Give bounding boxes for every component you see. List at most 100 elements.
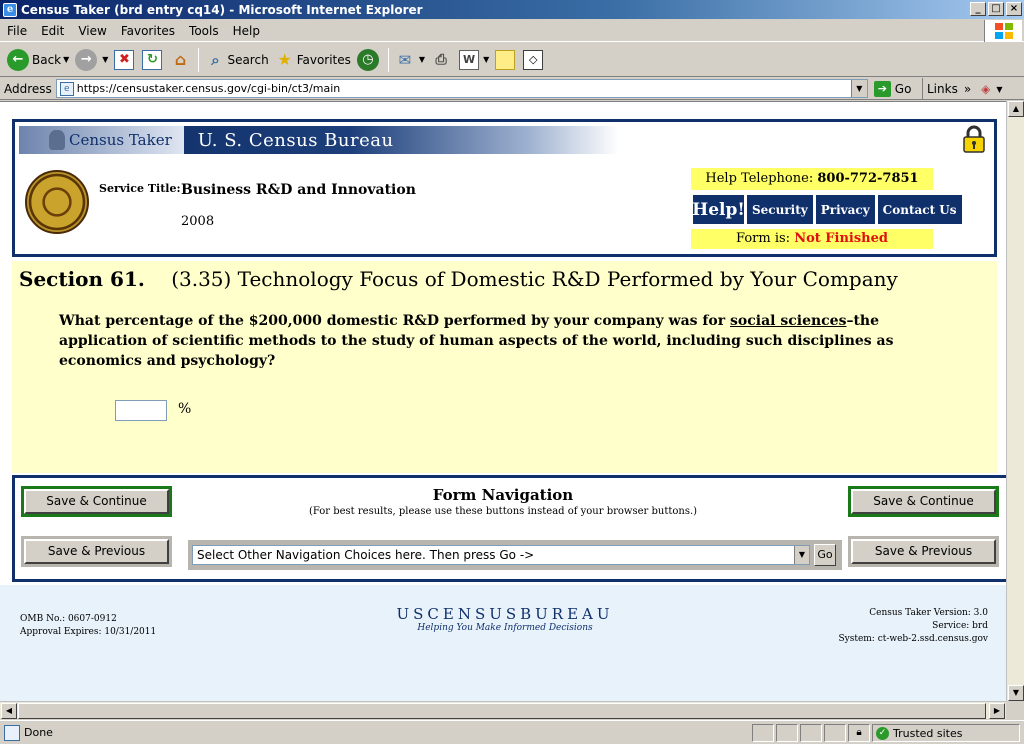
- status-cell: [752, 724, 774, 742]
- version-number: Census Taker Version: 3.0: [869, 608, 988, 618]
- select-dropdown-icon[interactable]: ▼: [794, 546, 809, 564]
- print-button[interactable]: ⎙: [428, 46, 456, 74]
- home-button[interactable]: ⌂: [167, 46, 195, 74]
- history-icon: ◷: [356, 48, 379, 71]
- ie-app-icon: e: [3, 2, 17, 17]
- favorites-button[interactable]: ★ Favorites: [272, 46, 354, 74]
- minimize-button[interactable]: _: [970, 2, 986, 16]
- address-url: https://censustaker.census.gov/cgi-bin/c…: [76, 82, 341, 95]
- contact-us-button[interactable]: Contact Us: [877, 195, 962, 224]
- note-icon: [495, 49, 516, 70]
- links-bar[interactable]: Links » ◈ ▼: [922, 78, 1003, 100]
- back-label: Back: [32, 52, 62, 67]
- page-viewport: Census Taker U. S. Census Bureau Service…: [0, 101, 1006, 701]
- mail-icon: ✉: [398, 50, 412, 69]
- percentage-input[interactable]: [115, 400, 167, 421]
- chevron-right-icon[interactable]: »: [964, 82, 971, 96]
- scroll-down-icon[interactable]: ▼: [1008, 685, 1024, 701]
- lock-icon: [962, 125, 986, 153]
- maximize-button[interactable]: □: [988, 2, 1004, 16]
- save-continue-button-left[interactable]: Save & Continue: [24, 489, 169, 514]
- navigation-go-button[interactable]: Go: [814, 544, 836, 566]
- horizontal-scroll-thumb[interactable]: [18, 703, 986, 719]
- census-header: Census Taker U. S. Census Bureau Service…: [12, 119, 997, 257]
- census-bureau-logo: USCENSUSBUREAU Helping You Make Informed…: [360, 605, 650, 633]
- security-button[interactable]: Security: [747, 195, 813, 224]
- search-icon: ⌕: [211, 50, 220, 69]
- horizontal-scrollbar[interactable]: ◀ ▶: [0, 701, 1006, 719]
- close-button[interactable]: ×: [1006, 2, 1022, 16]
- forward-button[interactable]: → ▼: [72, 46, 111, 74]
- omb-number: OMB No.: 0607-0912: [20, 614, 117, 624]
- dropdown-arrow-icon: ▼: [63, 55, 70, 64]
- links-item-icon[interactable]: ◈: [981, 82, 990, 96]
- navigation-choices: Select Other Navigation Choices here. Th…: [188, 540, 842, 570]
- navigation-select-value: Select Other Navigation Choices here. Th…: [197, 548, 535, 562]
- diamond-icon: ◇: [523, 49, 544, 70]
- save-previous-frame-left: Save & Previous: [21, 536, 172, 567]
- page-done-icon: [4, 724, 20, 741]
- status-bar: Done 🔒︎ ✓ Trusted sites: [0, 720, 1024, 744]
- form-status-value: Not Finished: [794, 231, 888, 246]
- privacy-button[interactable]: Privacy: [815, 195, 875, 224]
- census-banner: Census Taker U. S. Census Bureau: [19, 126, 619, 154]
- form-status: Form is: Not Finished: [691, 229, 933, 249]
- version-info: Census Taker Version: 3.0 Service: brd S…: [838, 607, 988, 646]
- page-footer: OMB No.: 0607-0912 Approval Expires: 10/…: [0, 585, 1006, 701]
- dropdown-arrow-icon: ▼: [102, 55, 109, 64]
- menu-view[interactable]: View: [71, 24, 113, 38]
- menu-favorites[interactable]: Favorites: [114, 24, 182, 38]
- history-button[interactable]: ◷: [354, 46, 385, 74]
- census-tagline: Helping You Make Informed Decisions: [417, 623, 593, 633]
- address-input[interactable]: e https://censustaker.census.gov/cgi-bin…: [55, 79, 868, 98]
- home-icon: ⌂: [174, 50, 187, 69]
- save-continue-button-right[interactable]: Save & Continue: [851, 489, 996, 514]
- browser-toolbar: ← Back ▼ → ▼ ✖ ↻ ⌂ ⌕ Search ★ Favorites …: [0, 43, 1024, 77]
- dropdown-arrow-icon[interactable]: ▼: [996, 85, 1002, 94]
- address-go-button[interactable]: ➔ Go: [873, 80, 911, 97]
- menu-file[interactable]: File: [0, 24, 34, 38]
- toolbar-separator: [198, 47, 200, 72]
- stop-button[interactable]: ✖: [111, 46, 139, 74]
- security-zone[interactable]: ✓ Trusted sites: [872, 724, 1020, 742]
- address-label: Address: [4, 81, 52, 96]
- social-sciences-link[interactable]: social sciences: [730, 313, 846, 329]
- save-previous-button-right[interactable]: Save & Previous: [851, 539, 996, 564]
- discuss-button[interactable]: [492, 46, 520, 74]
- help-button[interactable]: Help!: [692, 195, 745, 224]
- menu-tools[interactable]: Tools: [182, 24, 226, 38]
- refresh-button[interactable]: ↻: [139, 46, 167, 74]
- section-title: (3.35) Technology Focus of Domestic R&D …: [171, 267, 898, 291]
- address-bar: Address e https://censustaker.census.gov…: [0, 78, 1024, 100]
- search-button[interactable]: ⌕ Search: [202, 46, 271, 74]
- address-dropdown-icon[interactable]: ▼: [850, 80, 867, 97]
- back-button[interactable]: ← Back ▼: [4, 46, 72, 74]
- navigation-select[interactable]: Select Other Navigation Choices here. Th…: [192, 545, 810, 565]
- stop-icon: ✖: [114, 49, 135, 70]
- trusted-check-icon: ✓: [876, 726, 889, 740]
- vertical-scrollbar[interactable]: ▲ ▼: [1006, 101, 1024, 701]
- security-zone-label: Trusted sites: [893, 726, 963, 740]
- census-seal-logo: [25, 170, 89, 234]
- help-tel-label: Help Telephone:: [705, 171, 814, 186]
- omb-info: OMB No.: 0607-0912 Approval Expires: 10/…: [20, 613, 156, 639]
- mail-button[interactable]: ✉ ▼: [392, 46, 428, 74]
- edit-button[interactable]: W ▼: [456, 46, 492, 74]
- menu-help[interactable]: Help: [226, 24, 267, 38]
- census-bureau-wordmark: USCENSUSBUREAU: [396, 605, 614, 623]
- window-title-bar[interactable]: e Census Taker (brd entry cq14) - Micros…: [0, 0, 1024, 19]
- padlock-icon: 🔒︎: [856, 727, 862, 738]
- scroll-right-icon[interactable]: ▶: [989, 703, 1005, 719]
- save-continue-frame-right: Save & Continue: [848, 486, 999, 517]
- star-icon: ★: [277, 50, 292, 69]
- census-taker-logo: Census Taker: [19, 126, 184, 154]
- scroll-up-icon[interactable]: ▲: [1008, 101, 1024, 117]
- scroll-left-icon[interactable]: ◀: [1, 703, 17, 719]
- research-button[interactable]: ◇: [520, 46, 548, 74]
- menu-edit[interactable]: Edit: [34, 24, 71, 38]
- save-previous-button-left[interactable]: Save & Previous: [24, 539, 169, 564]
- bureau-label: U. S. Census Bureau: [197, 129, 394, 151]
- question-text: What percentage of the $200,000 domestic…: [59, 311, 919, 371]
- form-navigation: Form Navigation (For best results, pleas…: [12, 475, 1006, 582]
- toolbar-separator: [387, 47, 389, 72]
